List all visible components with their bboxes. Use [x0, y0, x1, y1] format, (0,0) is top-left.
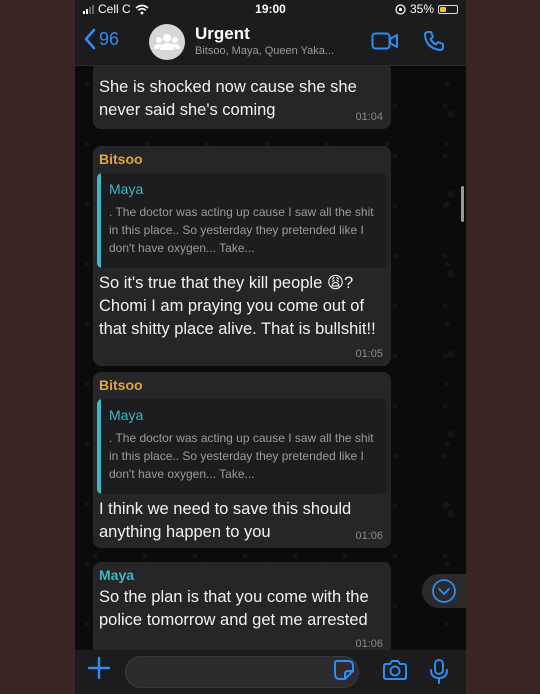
message-bubble[interactable]: Bitsoo Maya . The doctor was acting up c… — [93, 372, 391, 548]
chat-header: 96 Urgent Bitsoo, Maya, Queen Yaka... — [75, 18, 466, 66]
message-bubble[interactable]: Bitsoo Maya . The doctor was acting up c… — [93, 146, 391, 366]
message-sender: Bitsoo — [99, 151, 143, 167]
quote-text: . The doctor was acting up cause I saw a… — [109, 205, 374, 255]
chevron-down-icon — [432, 579, 456, 603]
microphone-icon[interactable] — [429, 659, 449, 685]
message-sender: Maya — [99, 567, 135, 583]
message-list[interactable]: She is shocked now cause she she never s… — [75, 66, 466, 650]
chevron-left-icon — [84, 28, 96, 50]
battery-group: 35% — [395, 2, 458, 16]
quote-text: . The doctor was acting up cause I saw a… — [109, 431, 374, 481]
attach-button[interactable] — [87, 656, 111, 686]
battery-percent: 35% — [409, 2, 434, 16]
unread-count: 96 — [99, 28, 120, 49]
quote-author: Maya — [109, 181, 144, 197]
phone-screen: Cell C 19:00 35% 96 Urgent Bitsoo, Maya,… — [75, 0, 466, 694]
message-input[interactable] — [125, 656, 359, 688]
orientation-lock-icon — [395, 3, 406, 15]
message-bubble[interactable]: Maya So the plan is that you come with t… — [93, 562, 391, 650]
camera-icon[interactable] — [382, 659, 408, 681]
quote-bar — [97, 173, 101, 268]
composer-bar — [75, 650, 466, 694]
message-time: 01:06 — [355, 530, 383, 542]
quote-bar — [97, 399, 101, 494]
chat-title[interactable]: Urgent — [195, 24, 250, 44]
group-avatar[interactable] — [149, 24, 185, 60]
back-button[interactable]: 96 — [83, 28, 119, 50]
battery-icon — [438, 4, 458, 14]
message-time: 01:04 — [355, 111, 383, 123]
message-text: So it's true that they kill people 😩? Ch… — [99, 274, 376, 338]
quoted-message[interactable]: Maya . The doctor was acting up cause I … — [97, 399, 387, 494]
message-time: 01:05 — [355, 348, 383, 360]
phone-call-icon[interactable] — [423, 30, 445, 52]
quote-author: Maya — [109, 407, 144, 423]
group-icon — [154, 34, 180, 50]
message-text: She is shocked now cause she she never s… — [99, 78, 357, 119]
message-text: So the plan is that you come with the po… — [99, 588, 369, 629]
message-text: I think we need to save this should anyt… — [99, 500, 352, 541]
video-call-icon[interactable] — [371, 30, 399, 52]
sticker-icon[interactable] — [333, 659, 355, 681]
scrollbar[interactable] — [461, 186, 464, 222]
message-bubble[interactable]: She is shocked now cause she she never s… — [93, 66, 391, 129]
quoted-message[interactable]: Maya . The doctor was acting up cause I … — [97, 173, 387, 268]
scroll-to-bottom-button[interactable] — [422, 574, 466, 608]
participants-subtitle[interactable]: Bitsoo, Maya, Queen Yaka... — [195, 45, 334, 57]
message-time: 01:06 — [355, 638, 383, 650]
plus-icon — [87, 656, 111, 680]
message-sender: Bitsoo — [99, 377, 143, 393]
status-bar: Cell C 19:00 35% — [75, 0, 466, 18]
